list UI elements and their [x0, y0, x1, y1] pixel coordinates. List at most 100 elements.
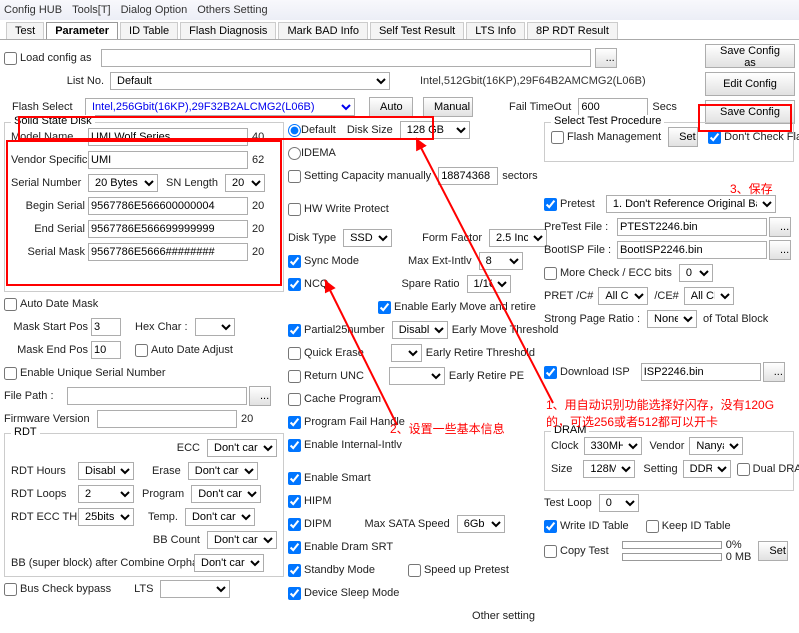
rdt-bbsuper-select[interactable]: Don't care	[194, 554, 264, 572]
rdt-loops-select[interactable]: 2	[78, 485, 134, 503]
max-sata-select[interactable]: 6Gb	[457, 515, 505, 533]
auto-button[interactable]: Auto	[369, 97, 413, 117]
rdt-eccth-select[interactable]: 25bits	[78, 508, 134, 526]
dont-check-checkbox[interactable]	[708, 131, 721, 144]
disk-type-select[interactable]: SSD	[343, 229, 392, 247]
manual-button[interactable]: Manual	[423, 97, 473, 117]
serial-mask-input[interactable]	[88, 243, 248, 261]
return-unc-checkbox[interactable]	[288, 370, 301, 383]
tab-idtable[interactable]: ID Table	[120, 22, 178, 39]
ice-select[interactable]: All CE	[684, 287, 734, 305]
mask-end-input[interactable]	[91, 341, 121, 359]
vendor-input[interactable]	[88, 151, 248, 169]
pfh-checkbox[interactable]	[288, 416, 301, 429]
lts-select[interactable]	[160, 580, 230, 598]
unique-serial-checkbox[interactable]	[4, 367, 17, 380]
strong-page-select[interactable]: None	[647, 310, 697, 328]
save-config-as-button[interactable]: Save Config as	[705, 44, 795, 68]
ncq-checkbox[interactable]	[288, 278, 301, 291]
edramsrt-checkbox[interactable]	[288, 541, 301, 554]
auto-date-mask-checkbox[interactable]	[4, 298, 17, 311]
rdt-bbcount-select[interactable]: Don't care	[207, 531, 277, 549]
more-check-checkbox[interactable]	[544, 267, 557, 280]
copy-test-checkbox[interactable]	[544, 545, 557, 558]
pretich-select[interactable]: All CH	[598, 287, 648, 305]
devsleep-checkbox[interactable]	[288, 587, 301, 600]
keep-id-checkbox[interactable]	[646, 520, 659, 533]
smart-checkbox[interactable]	[288, 472, 301, 485]
tab-selftest[interactable]: Self Test Result	[370, 22, 464, 39]
load-config-browse-button[interactable]: ...	[595, 48, 617, 68]
flash-select-dropdown[interactable]: Intel,256Gbit(16KP),29F32B2ALCMG2(L06B)	[85, 98, 355, 116]
sync-checkbox[interactable]	[288, 255, 301, 268]
fail-timeout-input[interactable]	[578, 98, 648, 116]
hipm-checkbox[interactable]	[288, 495, 301, 508]
idema-radio[interactable]	[288, 147, 301, 160]
hex-char-select[interactable]	[195, 318, 235, 336]
rdt-hours-select[interactable]: Disable	[78, 462, 134, 480]
menu-config-hub[interactable]: Config HUB	[4, 4, 62, 16]
rdt-temp-select[interactable]: Don't care	[185, 508, 255, 526]
flash-mgmt-checkbox[interactable]	[551, 131, 564, 144]
pretest-file-input[interactable]	[617, 218, 767, 236]
sn-length-select[interactable]: 20	[225, 174, 265, 192]
test-loop-select[interactable]: 0	[599, 494, 639, 512]
hw-write-checkbox[interactable]	[288, 203, 301, 216]
list-no-select[interactable]: Default	[110, 72, 390, 90]
dram-vendor-select[interactable]: Nanya	[689, 437, 743, 455]
setting-select[interactable]: DDR3	[683, 460, 731, 478]
maxext-select[interactable]: 8	[479, 252, 523, 270]
pretest-file-browse[interactable]: ...	[769, 217, 791, 237]
tab-test[interactable]: Test	[6, 22, 44, 39]
menu-tools[interactable]: Tools[T]	[72, 4, 111, 16]
tab-lts[interactable]: LTS Info	[466, 22, 525, 39]
download-isp-input[interactable]	[641, 363, 761, 381]
form-factor-select[interactable]: 2.5 Inch	[489, 229, 547, 247]
edit-config-button[interactable]: Edit Config	[705, 72, 795, 96]
mask-start-input[interactable]	[91, 318, 121, 336]
download-isp-browse[interactable]: ...	[763, 362, 785, 382]
begin-serial-input[interactable]	[88, 197, 248, 215]
setting-capacity-checkbox[interactable]	[288, 170, 301, 183]
load-config-checkbox[interactable]	[4, 52, 17, 65]
cache-checkbox[interactable]	[288, 393, 301, 406]
rdt-ecc-select[interactable]: Don't care	[207, 439, 277, 457]
spare-select[interactable]: 1/16	[467, 275, 511, 293]
download-isp-checkbox[interactable]	[544, 366, 557, 379]
dualdram-checkbox[interactable]	[737, 463, 750, 476]
speedup-checkbox[interactable]	[408, 564, 421, 577]
dipm-checkbox[interactable]	[288, 518, 301, 531]
firmware-input[interactable]	[97, 410, 237, 428]
er-thresh-select[interactable]	[391, 344, 422, 362]
capacity-input[interactable]	[438, 167, 498, 185]
pretest-checkbox[interactable]	[544, 198, 557, 211]
end-serial-input[interactable]	[88, 220, 248, 238]
file-path-input[interactable]	[67, 387, 247, 405]
file-path-browse[interactable]: ...	[249, 386, 271, 406]
menu-others[interactable]: Others Setting	[197, 4, 267, 16]
menu-dialog[interactable]: Dialog Option	[121, 4, 188, 16]
load-config-input[interactable]	[101, 49, 591, 67]
tab-markbad[interactable]: Mark BAD Info	[278, 22, 368, 39]
tab-flashdiag[interactable]: Flash Diagnosis	[180, 22, 276, 39]
early-move-checkbox[interactable]	[378, 301, 391, 314]
save-config-button[interactable]: Save Config	[705, 100, 795, 124]
pretest-select[interactable]: 1. Don't Reference Original Bad	[606, 195, 776, 213]
model-name-input[interactable]	[88, 128, 248, 146]
bootisp-input[interactable]	[617, 241, 767, 259]
tab-rdt[interactable]: 8P RDT Result	[527, 22, 618, 39]
er-pe-select[interactable]	[389, 367, 445, 385]
copy-test-set-button[interactable]: Set	[758, 541, 788, 561]
bus-check-checkbox[interactable]	[4, 583, 17, 596]
serial-select[interactable]: 20 Bytes	[88, 174, 158, 192]
size-select[interactable]: 128M	[583, 460, 635, 478]
set-button[interactable]: Set	[668, 127, 698, 147]
rdt-program-select[interactable]: Don't care	[191, 485, 261, 503]
standby-checkbox[interactable]	[288, 564, 301, 577]
rdt-erase-select[interactable]: Don't care	[188, 462, 258, 480]
eii-checkbox[interactable]	[288, 439, 301, 452]
more-check-select[interactable]: 0	[679, 264, 713, 282]
default-radio[interactable]	[288, 124, 301, 137]
disable-select[interactable]: Disable	[392, 321, 448, 339]
quick-erase-checkbox[interactable]	[288, 347, 301, 360]
